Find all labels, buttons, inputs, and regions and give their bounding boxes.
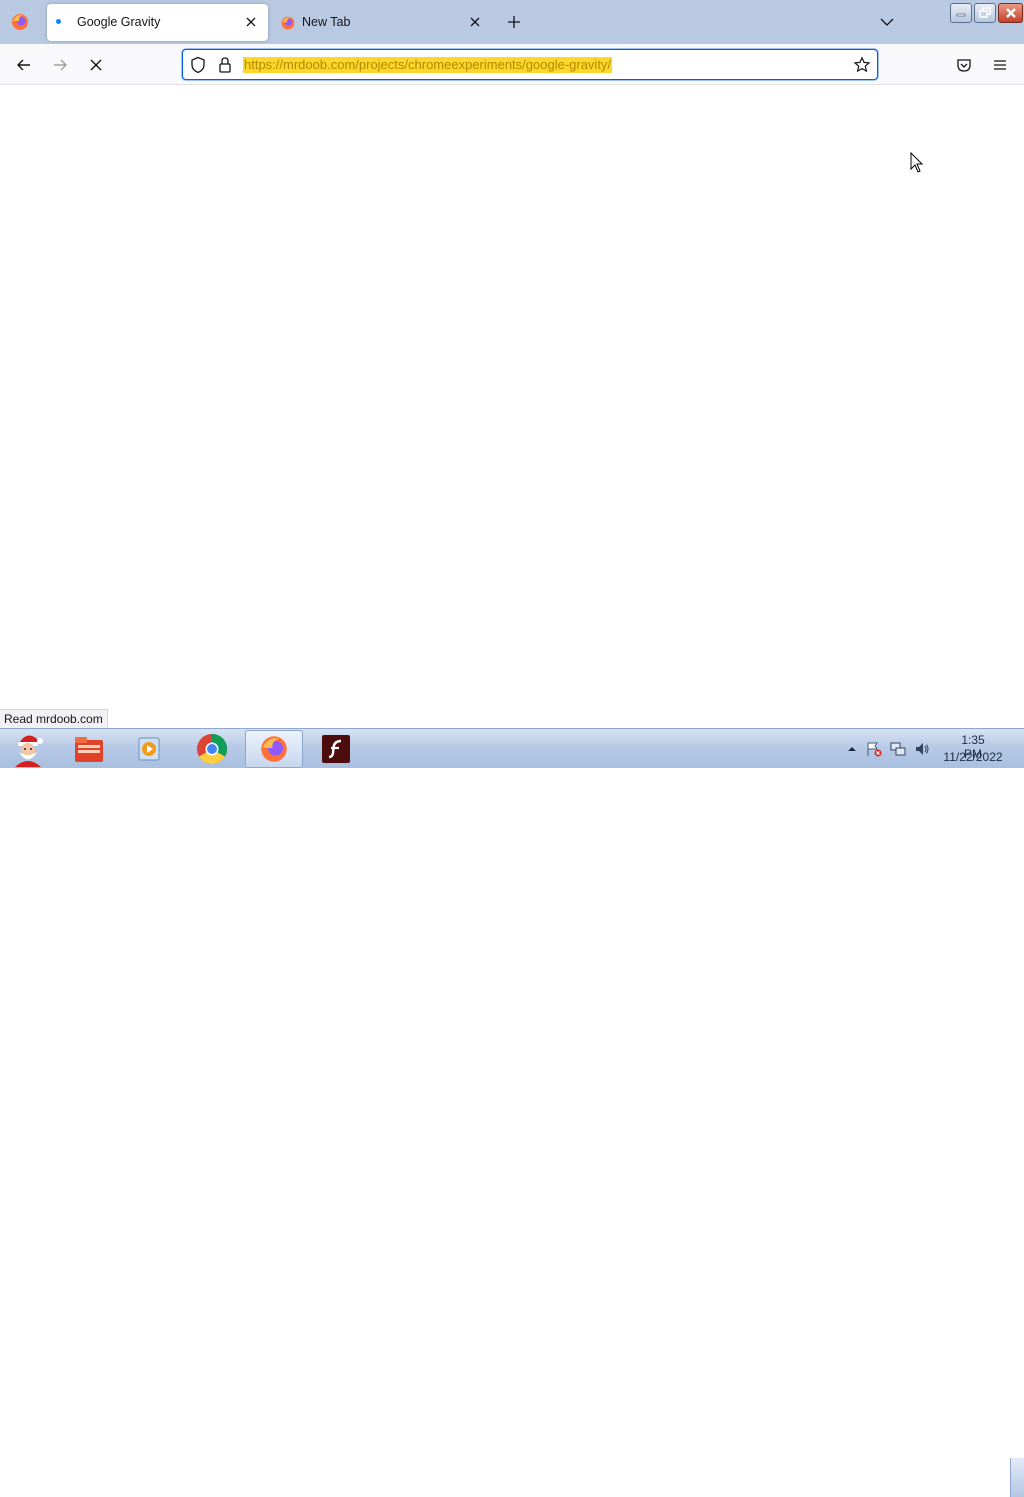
forward-arrow-icon[interactable] xyxy=(48,53,72,77)
navigation-toolbar: https://mrdoob.com/projects/chromeexperi… xyxy=(0,44,1024,85)
taskbar-file-manager-icon[interactable] xyxy=(60,730,118,768)
show-desktop-button[interactable] xyxy=(1010,1458,1024,1497)
tab-new-tab[interactable]: New Tab xyxy=(274,4,492,41)
tab-strip: Google Gravity New Tab xyxy=(0,0,1024,44)
tab-google-gravity[interactable]: Google Gravity xyxy=(47,4,268,41)
taskbar xyxy=(0,728,1024,1497)
firefox-icon xyxy=(280,15,296,34)
action-center-flag-icon[interactable] xyxy=(866,741,882,757)
lock-icon[interactable] xyxy=(218,56,232,77)
hamburger-menu-icon[interactable] xyxy=(988,53,1012,77)
clock-date[interactable]: 11/22/2022 xyxy=(940,750,1006,764)
show-hidden-icons-icon[interactable] xyxy=(844,741,860,757)
close-tab-icon[interactable] xyxy=(244,15,258,29)
network-icon[interactable] xyxy=(890,741,906,757)
url-input[interactable]: https://mrdoob.com/projects/chromeexperi… xyxy=(243,57,613,73)
chevron-down-icon[interactable] xyxy=(877,13,897,31)
mouse-cursor-icon xyxy=(910,151,924,177)
back-arrow-icon[interactable] xyxy=(12,53,36,77)
status-bar-text: Read mrdoob.com xyxy=(0,709,108,728)
minimize-button[interactable] xyxy=(950,3,972,23)
taskbar-chrome-icon[interactable] xyxy=(183,730,241,768)
pocket-icon[interactable] xyxy=(952,53,976,77)
bookmark-star-icon[interactable] xyxy=(853,56,871,77)
tab-title: New Tab xyxy=(302,15,351,29)
taskbar-media-player-icon[interactable] xyxy=(120,730,178,768)
taskbar-flash-icon[interactable] xyxy=(307,730,365,768)
tab-title: Google Gravity xyxy=(77,15,161,29)
start-button-santa-icon[interactable] xyxy=(4,730,52,768)
taskbar-firefox-icon[interactable] xyxy=(245,730,303,768)
close-window-button[interactable] xyxy=(998,3,1023,23)
address-bar[interactable]: https://mrdoob.com/projects/chromeexperi… xyxy=(182,49,878,80)
close-tab-icon[interactable] xyxy=(468,15,482,29)
new-tab-plus-icon[interactable] xyxy=(503,11,525,33)
volume-icon[interactable] xyxy=(914,741,930,757)
stop-loading-icon[interactable] xyxy=(84,53,108,77)
firefox-menu-icon[interactable] xyxy=(10,12,30,35)
loading-indicator-icon xyxy=(56,19,61,24)
shield-icon[interactable] xyxy=(190,56,206,77)
page-content[interactable] xyxy=(0,85,1024,728)
restore-button[interactable] xyxy=(974,3,996,23)
